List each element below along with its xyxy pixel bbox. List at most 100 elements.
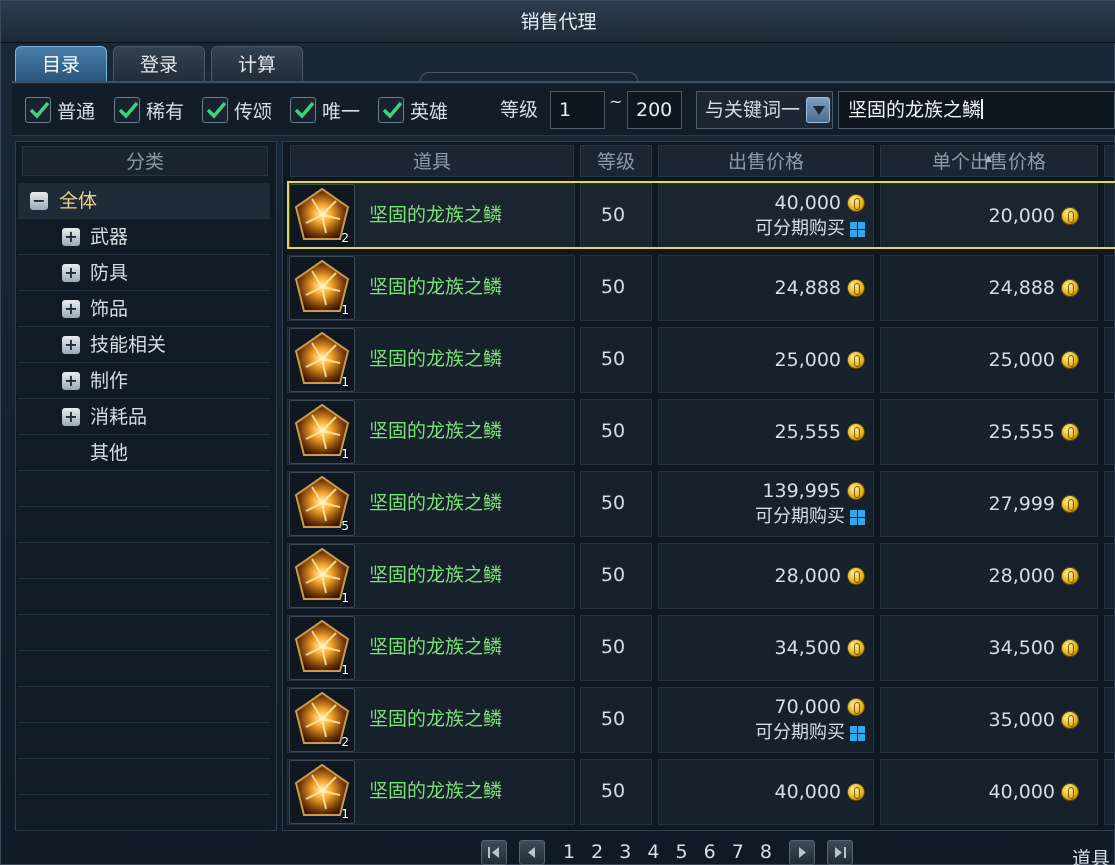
column-header-unit-price[interactable]: 单个出售价格 ▲	[880, 145, 1098, 177]
expand-icon[interactable]: +	[62, 228, 80, 246]
unit-price-value: 34,500	[988, 637, 1055, 659]
unit-price-value: 27,999	[988, 493, 1055, 515]
item-name-link[interactable]: 坚固的龙族之鳞	[369, 344, 502, 374]
expand-icon[interactable]: +	[62, 336, 80, 354]
sale-price: 139,995	[762, 479, 865, 503]
gold-coin-icon	[847, 698, 865, 716]
sale-price: 28,000	[775, 564, 865, 588]
stack-count: 2	[341, 735, 349, 749]
gold-coin-icon	[847, 351, 865, 369]
category-accessories[interactable]: + 饰品	[18, 291, 270, 327]
checkbox-label: 英雄	[410, 100, 449, 123]
category-empty-row	[18, 723, 270, 759]
price-value: 28,000	[774, 565, 841, 587]
category-empty-row	[18, 759, 270, 795]
dragon-scale-icon[interactable]: 1	[289, 256, 355, 320]
gold-coin-icon	[1061, 711, 1079, 729]
table-row[interactable]: 2 坚固的龙族之鳞 50 70,000 可分期购买 35,000	[287, 687, 1115, 753]
dragon-scale-icon[interactable]: 2	[289, 688, 355, 752]
collapse-icon[interactable]: −	[30, 192, 48, 210]
item-level: 50	[600, 420, 626, 442]
checkbox-rare[interactable]: 稀有	[114, 97, 184, 123]
category-skills[interactable]: + 技能相关	[18, 327, 270, 363]
item-name-link[interactable]: 坚固的龙族之鳞	[369, 416, 502, 446]
tab-register[interactable]: 登录	[113, 46, 205, 82]
expand-icon[interactable]: +	[62, 408, 80, 426]
check-icon	[378, 97, 404, 123]
item-name-link[interactable]: 坚固的龙族之鳞	[369, 704, 502, 734]
column-header-level[interactable]: 等级	[580, 145, 652, 177]
table-row[interactable]: 1 坚固的龙族之鳞 50 34,500 34,500	[287, 615, 1115, 681]
expand-icon[interactable]: +	[62, 372, 80, 390]
level-max-input[interactable]: 200	[627, 91, 682, 129]
sale-price: 70,000	[775, 695, 865, 719]
price-value: 70,000	[774, 696, 841, 718]
stack-count: 5	[341, 519, 349, 533]
stack-count: 1	[341, 447, 349, 461]
stack-count: 1	[341, 375, 349, 389]
dragon-scale-icon[interactable]: 1	[289, 328, 355, 392]
level-separator: ~	[609, 92, 623, 111]
unit-price: 24,888	[989, 276, 1079, 300]
table-row[interactable]: 1 坚固的龙族之鳞 50 25,555 25,555	[287, 399, 1115, 465]
dragon-scale-icon[interactable]: 1	[289, 760, 355, 824]
last-page-icon[interactable]	[827, 840, 853, 865]
column-header-price[interactable]: 出售价格	[658, 145, 874, 177]
category-other[interactable]: 其他	[18, 435, 270, 471]
price-value: 34,500	[774, 637, 841, 659]
category-consumables[interactable]: + 消耗品	[18, 399, 270, 435]
column-header-item[interactable]: 道具	[290, 145, 574, 177]
check-icon	[290, 97, 316, 123]
category-empty-row	[18, 507, 270, 543]
unit-price: 40,000	[989, 780, 1079, 804]
dragon-scale-icon[interactable]: 1	[289, 400, 355, 464]
prev-page-icon[interactable]	[519, 840, 545, 865]
table-row[interactable]: 5 坚固的龙族之鳞 50 139,995 可分期购买 27,999	[287, 471, 1115, 537]
extra-cell	[1104, 327, 1115, 393]
unit-price: 34,500	[989, 636, 1079, 660]
checkbox-legendary[interactable]: 传颂	[202, 97, 272, 123]
item-name-link[interactable]: 坚固的龙族之鳞	[369, 272, 502, 302]
table-row[interactable]: 1 坚固的龙族之鳞 50 25,000 25,000	[287, 327, 1115, 393]
item-name-link[interactable]: 坚固的龙族之鳞	[369, 632, 502, 662]
next-page-icon[interactable]	[789, 840, 815, 865]
item-name-link[interactable]: 坚固的龙族之鳞	[369, 776, 502, 806]
table-row[interactable]: 1 坚固的龙族之鳞 50 40,000 40,000	[287, 759, 1115, 825]
expand-icon[interactable]: +	[62, 264, 80, 282]
category-crafting[interactable]: + 制作	[18, 363, 270, 399]
category-all[interactable]: − 全体	[18, 183, 270, 219]
item-name-link[interactable]: 坚固的龙族之鳞	[369, 488, 502, 518]
category-armor[interactable]: + 防具	[18, 255, 270, 291]
gold-coin-icon	[847, 279, 865, 297]
dragon-scale-icon[interactable]: 5	[289, 472, 355, 536]
page-numbers[interactable]: 1 2 3 4 5 6 7 8 9	[563, 841, 805, 863]
expand-icon[interactable]: +	[62, 300, 80, 318]
category-weapons[interactable]: + 武器	[18, 219, 270, 255]
first-page-icon[interactable]	[481, 840, 507, 865]
tab-catalog[interactable]: 目录	[15, 46, 107, 82]
installment-text: 可分期购买	[755, 506, 845, 527]
sale-price: 25,555	[775, 420, 865, 444]
gold-coin-icon	[1061, 639, 1079, 657]
table-row[interactable]: 1 坚固的龙族之鳞 50 24,888 24,888	[287, 255, 1115, 321]
item-level: 50	[600, 564, 626, 586]
dropdown-arrow-icon[interactable]	[806, 97, 830, 123]
item-name-link[interactable]: 坚固的龙族之鳞	[369, 560, 502, 590]
checkbox-common[interactable]: 普通	[25, 97, 95, 123]
table-row[interactable]: 1 坚固的龙族之鳞 50 28,000 28,000	[287, 543, 1115, 609]
tab-calculate[interactable]: 计算	[211, 46, 303, 82]
installment-label[interactable]: 可分期购买	[755, 505, 865, 529]
dragon-scale-icon[interactable]: 1	[289, 544, 355, 608]
installment-text: 可分期购买	[755, 722, 845, 743]
search-input[interactable]: 坚固的龙族之鳞	[838, 91, 1115, 129]
extra-cell	[1104, 615, 1115, 681]
checkbox-heroic[interactable]: 英雄	[378, 97, 448, 123]
dragon-scale-icon[interactable]: 1	[289, 616, 355, 680]
extra-cell	[1104, 543, 1115, 609]
gold-coin-icon	[1061, 567, 1079, 585]
level-min-input[interactable]: 1	[550, 91, 605, 129]
gold-coin-icon	[1061, 351, 1079, 369]
center-tab-handle	[420, 72, 638, 81]
checkbox-unique[interactable]: 唯一	[290, 97, 360, 123]
installment-label[interactable]: 可分期购买	[755, 721, 865, 745]
